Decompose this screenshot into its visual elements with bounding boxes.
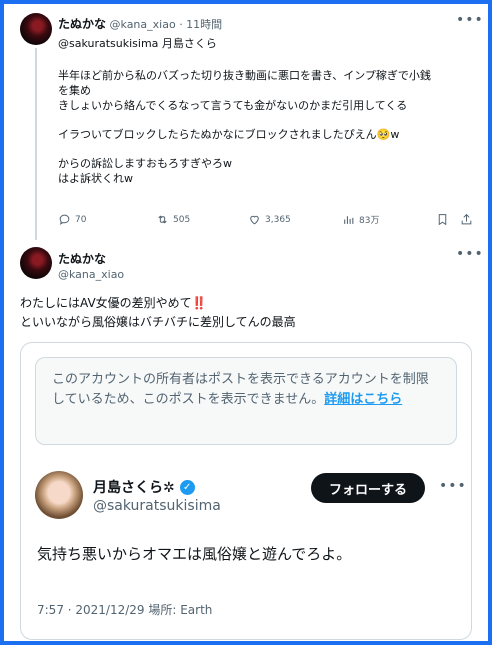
repost-icon	[158, 215, 167, 224]
repost-button[interactable]: 505	[156, 213, 190, 226]
tweet-line: からの訴訟しますおもろすぎやろw	[58, 157, 232, 170]
timestamp[interactable]: · 11時間	[179, 18, 222, 31]
reply-icon	[59, 214, 70, 225]
tweet-line: わたしにはAV女優の差別やめて‼️	[20, 294, 296, 313]
action-bar: 70 505 3,365 83万	[58, 213, 478, 233]
views-count: 83万	[359, 216, 380, 226]
avatar[interactable]	[35, 471, 83, 519]
quoted-text: 気持ち悪いからオマエは風俗嬢と遊んでろよ。	[37, 545, 352, 563]
follow-button[interactable]: フォローする	[311, 473, 425, 503]
more-icon[interactable]: •••	[456, 246, 484, 262]
unavailable-notice: このアカウントの所有者はポストを表示できるアカウントを制限しているため、このポス…	[35, 357, 457, 445]
tweet-line: はよ訴状くれw	[58, 172, 133, 185]
verified-icon: ✓	[179, 479, 195, 495]
views-icon	[344, 216, 354, 224]
repost-count: 505	[173, 214, 191, 225]
display-name[interactable]: たぬかな	[58, 17, 106, 31]
share-icon	[461, 213, 472, 225]
screenshot-frame: たぬかな @kana_xiao · 11時間 ••• @sakuratsukis…	[4, 4, 488, 641]
avatar[interactable]	[20, 13, 52, 45]
tweet-text: わたしにはAV女優の差別やめて‼️ といいながら風俗嬢はバチバチに差別してんの最…	[20, 294, 296, 332]
quoted-display-name[interactable]: 月島さくら✲ ✓	[93, 477, 195, 497]
tweet-line: イラついてブロックしたらたぬかなにブロックされましたぴえん🥺w	[58, 128, 400, 141]
details-link[interactable]: 詳細はこちら	[324, 392, 402, 407]
tweet-line: を集め	[58, 84, 91, 97]
post-meta[interactable]: 7:57 · 2021/12/29 場所: Earth	[37, 601, 212, 618]
share-button[interactable]	[460, 213, 473, 226]
more-icon[interactable]: •••	[456, 12, 484, 28]
like-button[interactable]: 3,365	[248, 213, 291, 226]
bookmark-button[interactable]	[436, 213, 449, 226]
like-count: 3,365	[265, 214, 291, 225]
bookmark-icon	[438, 214, 447, 226]
double-exclamation-emoji: ‼️	[191, 296, 207, 310]
tweet-text: 半年ほど前から私のバズった切り抜き動画に悪口を書き、インプ稼ぎで小銭 を集め き…	[58, 68, 478, 186]
tweet-line: きしょいから絡んでくるなって言うても金がないのかまだ引用してくる	[58, 99, 408, 112]
avatar[interactable]	[20, 247, 52, 279]
replying-to[interactable]: @sakuratsukisima 月島さくら	[58, 35, 217, 51]
reply-button[interactable]: 70	[58, 213, 86, 226]
reply-count: 70	[75, 214, 87, 225]
display-name: 月島さくら✲	[93, 480, 175, 496]
tweet-header: たぬかな @kana_xiao · 11時間	[58, 15, 222, 32]
handle[interactable]: @sakuratsukisima	[93, 498, 221, 514]
quoted-post-card[interactable]: このアカウントの所有者はポストを表示できるアカウントを制限しているため、このポス…	[20, 342, 472, 640]
display-name[interactable]: たぬかな	[58, 250, 106, 267]
tweet-line: 半年ほど前から私のバズった切り抜き動画に悪口を書き、インプ稼ぎで小銭	[58, 69, 431, 82]
more-icon[interactable]: •••	[439, 478, 467, 494]
handle[interactable]: @kana_xiao	[58, 268, 124, 281]
like-icon	[250, 215, 259, 225]
tweet-line: といいながら風俗嬢はバチバチに差別してんの最高	[20, 315, 296, 329]
handle[interactable]: @kana_xiao	[110, 18, 176, 31]
views-button[interactable]: 83万	[342, 213, 379, 226]
thread-line	[35, 48, 37, 240]
tweet-line-text: わたしにはAV女優の差別やめて	[20, 296, 192, 310]
